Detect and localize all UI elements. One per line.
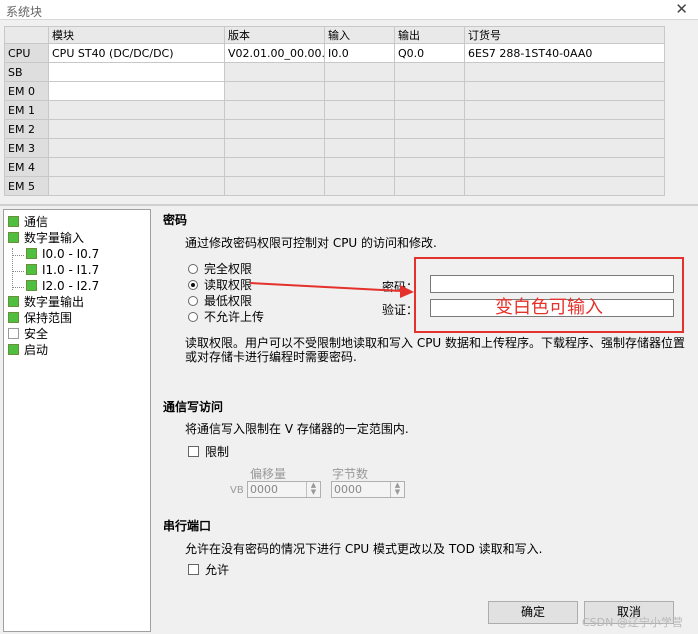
watermark: CSDN @辽宁小学营 <box>582 616 683 629</box>
annotation-text: 变白色可输入 <box>495 297 603 318</box>
